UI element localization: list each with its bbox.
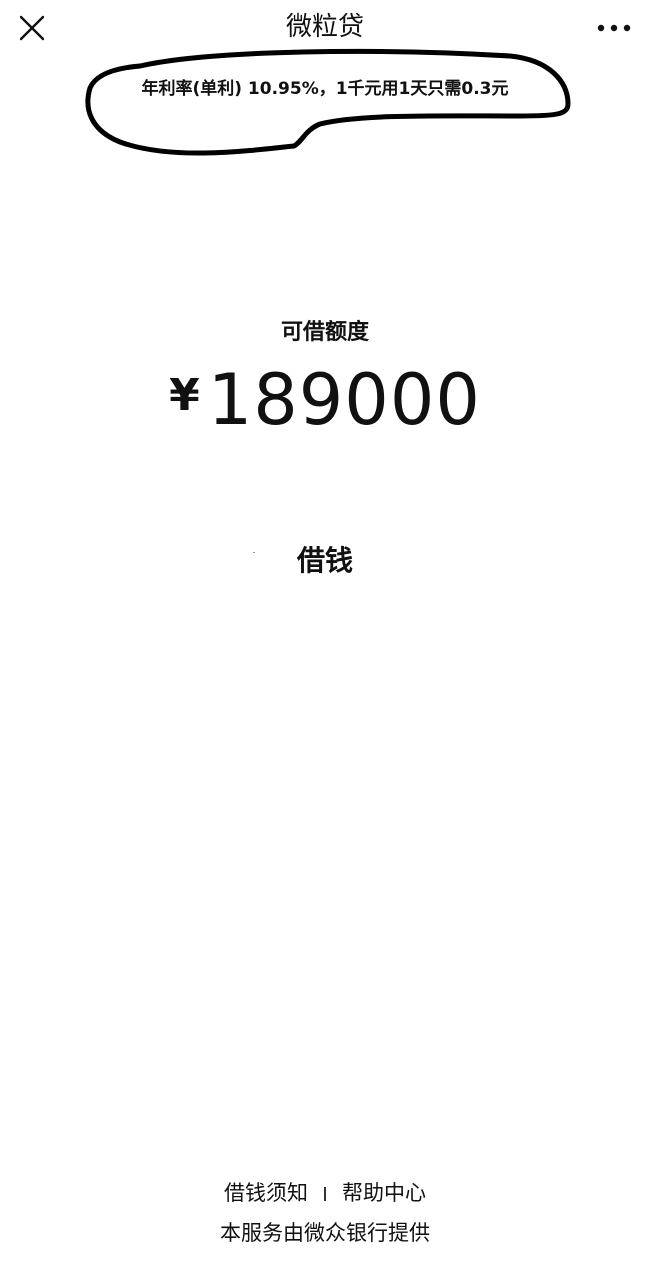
interest-rate-notice: 年利率(单利) 10.95%，1千元用1天只需0.3元 (141, 79, 509, 99)
service-provider-text: 本服务由微众银行提供 (220, 1221, 430, 1245)
currency-symbol: ¥ (169, 370, 200, 421)
more-icon (597, 24, 631, 32)
hand-drawn-circle-annotation (85, 48, 571, 156)
credit-limit-label: 可借额度 (280, 320, 369, 345)
borrow-button[interactable]: 借钱 (225, 536, 425, 586)
page-title: 微粒贷 (285, 12, 364, 42)
amount-value: 189000 (207, 359, 481, 441)
footer-links: 借钱须知 帮助中心 (0, 1176, 650, 1210)
more-button[interactable] (592, 8, 636, 48)
credit-limit-amount: ¥189000 (0, 356, 650, 459)
borrowing-notice-link[interactable]: 借钱须知 (224, 1181, 308, 1205)
help-center-link[interactable]: 帮助中心 (342, 1181, 426, 1205)
footer-separator (324, 1187, 326, 1201)
